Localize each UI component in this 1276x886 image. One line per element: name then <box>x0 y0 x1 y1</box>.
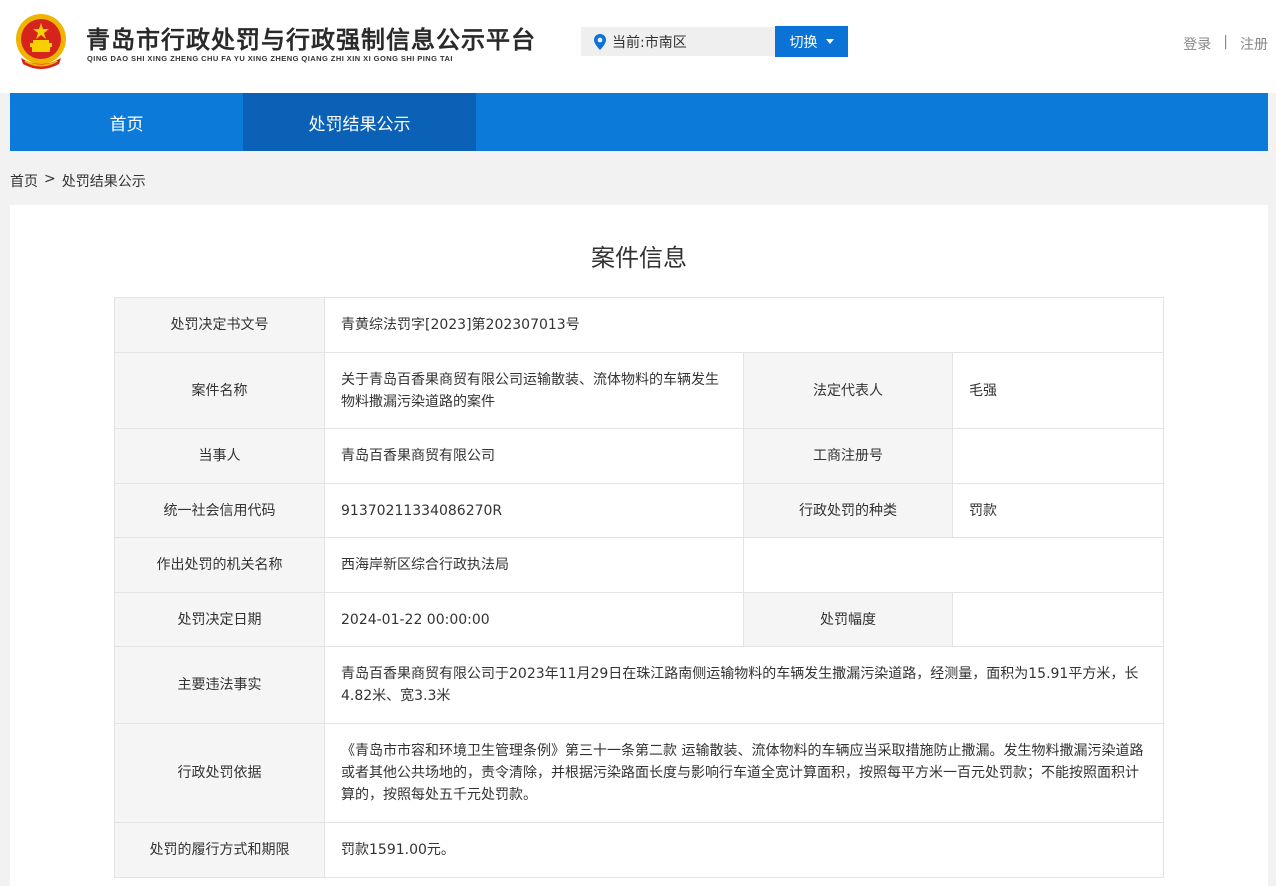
current-location: 当前:市南区 <box>581 27 775 56</box>
penalty-type-value: 罚款 <box>951 483 1165 538</box>
table-row: 处罚决定日期 2024-01-22 00:00:00 处罚幅度 <box>114 592 1165 647</box>
party-label: 当事人 <box>114 428 325 484</box>
login-link[interactable]: 登录 <box>1183 34 1211 54</box>
breadcrumb-current: 处罚结果公示 <box>61 174 146 190</box>
execution-value: 罚款1591.00元。 <box>323 822 1165 878</box>
breadcrumb-separator: > <box>44 171 56 187</box>
authority-label: 作出处罚的机关名称 <box>114 537 325 593</box>
penalty-range-value <box>951 592 1165 647</box>
basis-value: 《青岛市市容和环境卫生管理条例》第三十一条第二款 运输散装、流体物料的车辆应当采… <box>323 723 1165 823</box>
table-row: 案件名称 关于青岛百香果商贸有限公司运输散装、流体物料的车辆发生物料撒漏污染道路… <box>114 352 1165 429</box>
switch-region-button[interactable]: 切换 <box>775 26 848 57</box>
national-emblem-icon <box>16 14 66 69</box>
location-pin-icon <box>594 33 606 50</box>
decision-no-value: 青黄综法罚字[2023]第202307013号 <box>323 297 1165 353</box>
basis-label: 行政处罚依据 <box>114 723 325 823</box>
location-text: 当前:市南区 <box>612 34 687 51</box>
site-subtitle: QING DAO SHI XING ZHENG CHU FA YU XING Z… <box>87 54 453 63</box>
table-row: 作出处罚的机关名称 西海岸新区综合行政执法局 <box>114 537 1165 593</box>
credit-code-value: 91370211334086270R <box>324 483 744 538</box>
table-row: 当事人 青岛百香果商贸有限公司 工商注册号 <box>114 428 1165 484</box>
switch-label: 切换 <box>789 34 818 51</box>
authority-value: 西海岸新区综合行政执法局 <box>324 537 744 593</box>
breadcrumb: 首页 > 处罚结果公示 <box>10 171 146 191</box>
table-row: 统一社会信用代码 91370211334086270R 行政处罚的种类 罚款 <box>114 483 1165 538</box>
table-row: 处罚决定书文号 青黄综法罚字[2023]第202307013号 <box>114 297 1165 353</box>
nav-item-penalty-results[interactable]: 处罚结果公示 <box>243 93 476 151</box>
case-name-value: 关于青岛百香果商贸有限公司运输散装、流体物料的车辆发生物料撒漏污染道路的案件 <box>324 352 744 429</box>
penalty-type-label: 行政处罚的种类 <box>743 483 953 538</box>
legal-rep-label: 法定代表人 <box>743 352 953 429</box>
auth-separator: | <box>1223 34 1228 50</box>
table-row: 处罚的履行方式和期限 罚款1591.00元。 <box>114 822 1165 878</box>
page-title: 案件信息 <box>591 244 687 272</box>
reg-no-label: 工商注册号 <box>743 428 953 484</box>
case-name-label: 案件名称 <box>114 352 325 429</box>
site-header: 青岛市行政处罚与行政强制信息公示平台 QING DAO SHI XING ZHE… <box>0 0 1276 93</box>
facts-value: 青岛百香果商贸有限公司于2023年11月29日在珠江路南侧运输物料的车辆发生撒漏… <box>323 646 1165 724</box>
penalty-range-label: 处罚幅度 <box>743 592 953 647</box>
decision-date-value: 2024-01-22 00:00:00 <box>324 592 744 647</box>
table-row: 行政处罚依据 《青岛市市容和环境卫生管理条例》第三十一条第二款 运输散装、流体物… <box>114 723 1165 823</box>
case-panel: 案件信息 处罚决定书文号 青黄综法罚字[2023]第202307013号 案件名… <box>10 205 1268 886</box>
credit-code-label: 统一社会信用代码 <box>114 483 325 538</box>
breadcrumb-home[interactable]: 首页 <box>10 171 38 191</box>
empty-cell <box>742 537 1165 593</box>
auth-links: 登录 | 注册 <box>1183 34 1268 54</box>
register-link[interactable]: 注册 <box>1240 34 1268 54</box>
decision-date-label: 处罚决定日期 <box>114 592 325 647</box>
reg-no-value <box>951 428 1165 484</box>
nav-item-home[interactable]: 首页 <box>10 93 243 151</box>
table-row: 主要违法事实 青岛百香果商贸有限公司于2023年11月29日在珠江路南侧运输物料… <box>114 646 1165 724</box>
legal-rep-value: 毛强 <box>951 352 1165 429</box>
facts-label: 主要违法事实 <box>114 646 325 724</box>
decision-no-label: 处罚决定书文号 <box>114 297 325 353</box>
caret-down-icon <box>825 39 834 44</box>
party-value: 青岛百香果商贸有限公司 <box>324 428 744 484</box>
case-info-table: 处罚决定书文号 青黄综法罚字[2023]第202307013号 案件名称 关于青… <box>114 297 1165 878</box>
execution-label: 处罚的履行方式和期限 <box>114 822 325 878</box>
main-nav: 首页 处罚结果公示 <box>10 93 1268 151</box>
site-title: 青岛市行政处罚与行政强制信息公示平台 <box>86 26 536 54</box>
